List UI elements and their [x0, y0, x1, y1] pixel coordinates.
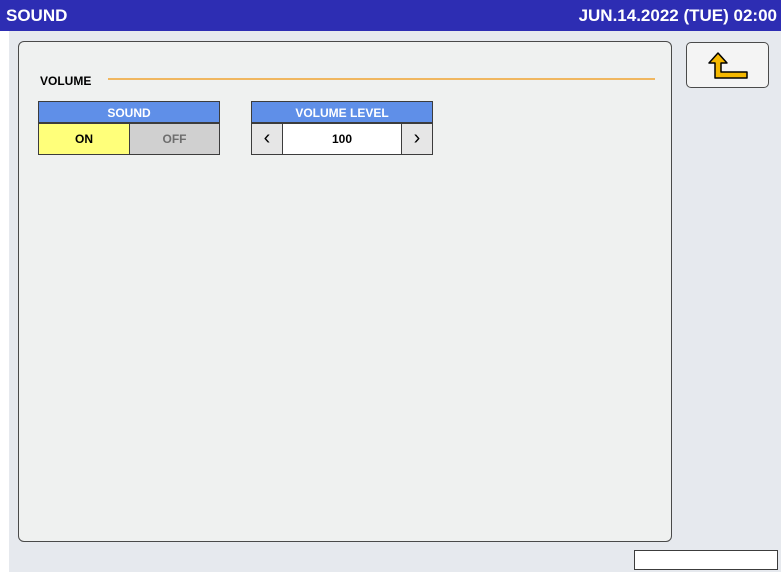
- volume-decrease-button[interactable]: ‹: [252, 124, 283, 154]
- volume-section-label: VOLUME: [40, 74, 92, 88]
- chevron-right-icon: ›: [413, 127, 421, 149]
- return-arrow-icon: [708, 52, 748, 79]
- volume-level-value: 100: [331, 132, 353, 146]
- chevron-left-icon: ‹: [263, 127, 271, 149]
- date-time: JUN.14.2022 (TUE) 02:00: [578, 6, 777, 25]
- volume-level-header: VOLUME LEVEL: [251, 101, 433, 123]
- back-button[interactable]: [686, 42, 769, 88]
- volume-level-control: ‹ 100 ›: [251, 123, 433, 155]
- sound-on-button[interactable]: ON: [38, 123, 130, 155]
- title-bar: SOUND JUN.14.2022 (TUE) 02:00: [0, 0, 781, 31]
- status-box: [634, 550, 778, 570]
- volume-increase-button[interactable]: ›: [401, 124, 432, 154]
- section-divider: [108, 78, 655, 80]
- window-title: SOUND: [6, 6, 68, 25]
- sound-header: SOUND: [38, 101, 220, 123]
- sound-off-button[interactable]: OFF: [129, 123, 220, 155]
